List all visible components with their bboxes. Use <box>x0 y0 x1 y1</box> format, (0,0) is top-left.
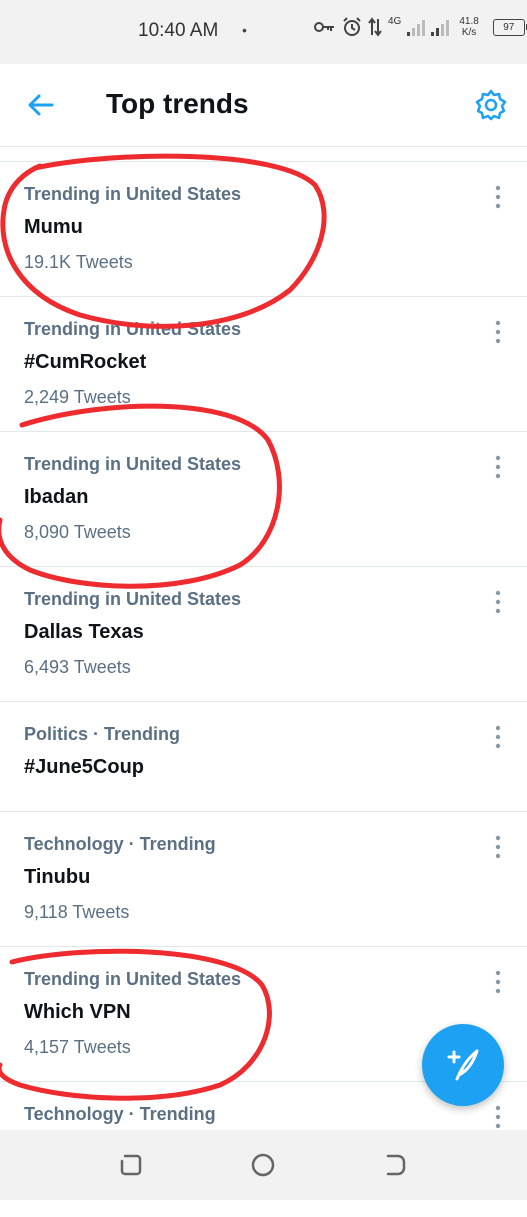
status-icons: 4G 41.8 K/s 97 <box>314 16 527 38</box>
more-options-button[interactable] <box>488 834 508 860</box>
vertical-dots-icon <box>495 185 501 209</box>
trend-tweet-count: 2,249 Tweets <box>24 387 131 407</box>
compose-tweet-icon <box>447 1049 479 1081</box>
trend-tweet-count: 19.1K Tweets <box>24 252 133 272</box>
vertical-dots-icon <box>495 590 501 614</box>
vertical-dots-icon <box>495 1105 501 1129</box>
trend-name: Ibadan <box>24 486 89 508</box>
trend-item[interactable]: Trending in United States #CumRocket 2,2… <box>0 297 527 432</box>
vertical-dots-icon <box>495 320 501 344</box>
trend-item[interactable]: Trending in United States Dallas Texas 6… <box>0 567 527 702</box>
vertical-dots-icon <box>495 835 501 859</box>
vertical-dots-icon <box>495 970 501 994</box>
more-options-button[interactable] <box>488 969 508 995</box>
trend-context: Technology · Trending <box>24 834 216 854</box>
trend-context: Trending in United States <box>24 319 242 339</box>
status-bar: 10:40 AM • 4G 41.8 K/s 97 <box>0 0 527 64</box>
trend-context: Trending in United States <box>24 454 242 474</box>
recent-apps-icon <box>120 1154 142 1176</box>
trend-name: #June5Coup <box>24 756 145 778</box>
back-button[interactable] <box>24 88 58 122</box>
trend-name: Which VPN <box>24 1001 131 1023</box>
network-speed-unit: K/s <box>461 27 477 38</box>
battery-level: 97 <box>503 21 515 33</box>
vertical-dots-icon <box>495 725 501 749</box>
network-speed-value: 41.8 <box>459 16 479 27</box>
more-options-button[interactable] <box>488 1104 508 1130</box>
back-icon <box>386 1154 406 1176</box>
trend-context: Trending in United States <box>24 969 242 989</box>
more-options-button[interactable] <box>488 589 508 615</box>
status-notification-dot: • <box>242 22 247 38</box>
trend-name: Tinubu <box>24 866 91 888</box>
trend-item[interactable]: Trending in United States Mumu 19.1K Twe… <box>0 162 527 297</box>
key-icon <box>314 22 334 32</box>
back-arrow-icon <box>28 94 54 116</box>
battery-icon: 97 <box>492 18 527 36</box>
data-transfer-icon <box>368 17 382 37</box>
top-bar: Top trends <box>0 64 527 147</box>
trend-tweet-count: 8,090 Tweets <box>24 522 131 542</box>
trend-tweet-count: 6,493 Tweets <box>24 657 131 677</box>
home-button[interactable] <box>250 1152 276 1178</box>
trend-context: Trending in United States <box>24 184 242 204</box>
back-nav-button[interactable] <box>382 1152 408 1178</box>
trend-context: Technology · Trending <box>24 1104 216 1124</box>
alarm-icon <box>343 17 361 36</box>
compose-tweet-button[interactable] <box>422 1024 504 1106</box>
signal-icon <box>407 20 426 36</box>
trend-item[interactable]: Politics · Trending #June5Coup <box>0 702 527 812</box>
trend-item[interactable]: Trending in United States Ibadan 8,090 T… <box>0 432 527 567</box>
signal-icon-2 <box>431 20 450 36</box>
more-options-button[interactable] <box>488 319 508 345</box>
network-speed: 41.8 K/s <box>459 16 478 38</box>
settings-button[interactable] <box>474 88 508 122</box>
home-icon <box>251 1153 275 1177</box>
trend-item[interactable]: Technology · Trending Tinubu 9,118 Tweet… <box>0 812 527 947</box>
trend-name: #CumRocket <box>24 351 147 373</box>
vertical-dots-icon <box>495 455 501 479</box>
status-time: 10:40 AM <box>138 20 219 41</box>
trend-context: Politics · Trending <box>24 724 181 744</box>
network-type: 4G <box>388 16 402 27</box>
gear-icon <box>475 89 507 121</box>
trend-context: Trending in United States <box>24 589 242 609</box>
more-options-button[interactable] <box>488 454 508 480</box>
recent-apps-button[interactable] <box>118 1152 144 1178</box>
more-options-button[interactable] <box>488 184 508 210</box>
trend-name: Mumu <box>24 216 83 238</box>
more-options-button[interactable] <box>488 724 508 750</box>
system-nav-bar <box>0 1130 527 1200</box>
page-title: Top trends <box>106 88 249 119</box>
trend-tweet-count: 4,157 Tweets <box>24 1037 131 1057</box>
trend-tweet-count: 9,118 Tweets <box>24 902 130 922</box>
trend-name: Dallas Texas <box>24 621 144 643</box>
